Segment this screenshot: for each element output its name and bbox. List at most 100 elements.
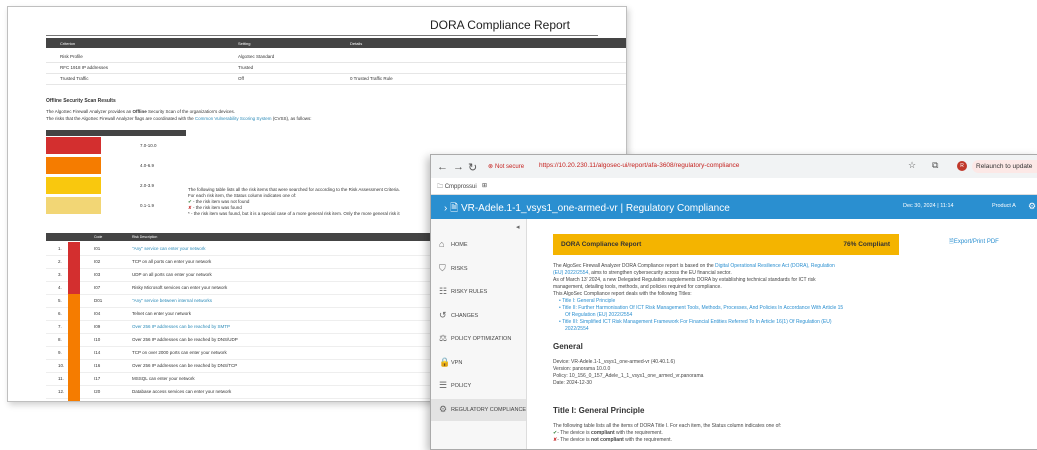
extensions-icon[interactable]: ⧉ [932,160,938,171]
report-date: Dec 30, 2024 | 11:14 [903,203,954,209]
severity-table-header [46,130,186,136]
sidebar: ◂ ⌂ HOME ⛉ RISKS ☷ RISKY RULES ↺ CHANGES ⚖ POLICY… [431,219,527,449]
risk-number: 12. [58,389,65,394]
criterion-cell: Risk Profile [60,54,83,59]
title-link[interactable]: • Title III: Simplified ICT Risk Managem… [559,319,832,325]
bookmark-star-icon[interactable]: ☆ [908,160,916,171]
sidebar-item-vpn[interactable]: 🔒 VPN [431,352,526,374]
sidebar-item-label: POLICY [451,383,472,389]
export-pdf-button[interactable]: 🗎Export/Print PDF [949,237,999,247]
home-icon: ⌂ [439,239,445,249]
intro-text: , aims to strengthen cybersecurity acros… [588,270,732,276]
setting-cell: Off [238,76,244,81]
general-version: Version: panorama 10.0.0 [553,366,611,372]
back-arrow-icon[interactable]: ← [437,161,448,173]
risk-description[interactable]: "Any" service between internal networks [132,298,212,303]
legend-found-text: - the risk item was found [193,205,242,210]
legend-special: * - the risk item was found, but it is a… [188,211,400,216]
risk-description[interactable]: Over 256 IP addresses can be reached by … [132,324,230,329]
risk-number: 9. [58,350,62,355]
user-menu[interactable]: Product A [992,203,1016,209]
settings-gear-icon[interactable]: ⚙ [1028,201,1036,212]
regulation-link[interactable]: (EU) 2022/2554 [553,270,588,276]
title-link-continued[interactable]: 2022/2554 [565,326,589,332]
criteria-row: Trusted Traffic Off 0 Trusted Traffic Ru… [46,73,626,85]
title-link[interactable]: • Title I: General Principle [559,298,615,304]
browser-toolbar: ← → ↻ ⊗ Not secure https://10.20.230.11/… [431,155,1037,178]
severity-range: 7.0-10.0 [140,143,157,148]
sidebar-item-risky-rules[interactable]: ☷ RISKY RULES [431,281,526,303]
risk-number: 7. [58,324,62,329]
risk-description: UDP on all ports can enter your network [132,272,212,277]
compliance-icon: ⚙ [439,403,448,414]
list-icon: ☰ [439,380,448,390]
title-link-continued[interactable]: Of Regulation (EU) 2022/2554 [565,312,632,318]
intro-line: As of March 13' 2024, a new Delegated Re… [553,277,816,283]
page-title: › 🗎 VR-Adele.1-1_vsys1_one-armed-vr | Re… [444,201,730,218]
apps-grid-icon[interactable]: ⊞ [482,182,487,189]
rules-icon: ☷ [439,286,448,296]
main-content: DORA Compliance Report 76% Compliant 🗎Ex… [527,219,1037,449]
risk-code: I01 [94,246,101,251]
risk-number: 10. [58,363,65,368]
severity-bar [68,346,80,359]
optimization-icon: ⚖ [439,333,448,343]
criteria-table-header: Criterion Setting Details [46,38,626,48]
sidebar-item-policy[interactable]: ☰ POLICY [431,375,526,397]
forward-arrow-icon[interactable]: → [453,161,464,173]
legend-not-found-text: - the risk item was not found [193,199,250,204]
report-title: DORA Compliance Report [429,18,570,32]
legend-text: For each risk item, the Status column in… [188,193,297,198]
title-link-text: Title III: Simplified ICT Risk Managemen… [562,319,832,325]
risk-description: Over 256 IP addresses can be reached by … [132,337,238,342]
title-link[interactable]: • Title II: Further Harmonisation Of ICT… [559,305,843,311]
general-policy: Policy: 10_156_0_157_Adele_1_1_vsys1_one… [553,373,704,379]
intro-text: The AlgoSec Firewall Analyzer DORA Compl… [553,263,716,269]
intro-line: The AlgoSec Firewall Analyzer DORA Compl… [553,263,835,269]
title1-heading: Title I: General Principle [553,406,645,415]
bookmark-item[interactable]: 🗀 Cmpprossui [437,182,477,192]
status-not-compliant: ✘- The device is not compliant with the … [553,437,672,443]
reload-icon[interactable]: ↻ [468,161,477,174]
risk-description[interactable]: "Any" service can enter your network [132,246,205,251]
compliance-score: 76% Compliant [843,241,890,248]
chevron-right-icon[interactable]: › [444,203,447,214]
lock-icon: 🔒 [439,356,451,367]
document-icon: 🗎 [450,203,459,214]
sidebar-item-regulatory-compliance[interactable]: ⚙ REGULATORY COMPLIANCE [431,398,526,421]
sidebar-item-label: CHANGES [451,312,479,319]
folder-icon: 🗀 [437,184,444,190]
severity-bar [68,359,80,372]
risk-description: Over 256 IP addresses can be reached by … [132,363,238,368]
header-setting: Setting [238,41,251,46]
risk-code: I04 [94,311,101,316]
not-secure-badge[interactable]: ⊗ Not secure [488,160,524,173]
relaunch-label: Relaunch to update [976,163,1033,170]
criterion-cell: Trusted Traffic [60,76,89,81]
address-bar[interactable]: https://10.20.230.11/algosec-ui/report/a… [539,162,739,169]
risk-description: Risky Microsoft services can enter your … [132,285,228,290]
sidebar-item-label: POLICY OPTIMIZATION [451,336,512,342]
criterion-cell: RFC 1918 IP addresses [60,65,108,70]
status-text: with the requirement. [623,437,672,443]
sidebar-item-home[interactable]: ⌂ HOME [431,234,526,256]
risk-number: 4. [58,285,62,290]
severity-bar [68,333,80,346]
sidebar-item-risks[interactable]: ⛉ RISKS [431,258,526,280]
sidebar-item-policy-optimization[interactable]: ⚖ POLICY OPTIMIZATION [431,328,526,350]
browser-window: ← → ↻ ⊗ Not secure https://10.20.230.11/… [430,154,1037,450]
risk-code: I07 [94,285,101,290]
export-label: Export/Print PDF [953,239,999,245]
sidebar-item-changes[interactable]: ↺ CHANGES [431,305,526,327]
relaunch-button[interactable]: Relaunch to update ⋮ [972,160,1037,173]
title1-text: The following table lists all the items … [553,423,782,429]
risk-code: I09 [94,324,101,329]
collapse-sidebar-icon[interactable]: ◂ [516,223,520,231]
cvss-link[interactable]: Common Vulnerability Scoring System [195,116,272,121]
offline-scan-text: The AlgoSec Firewall Analyzer provides a… [46,109,235,114]
profile-avatar[interactable]: R [957,161,967,171]
risk-number: 2. [58,259,62,264]
risk-number: 11. [58,376,64,381]
intro-line: This AlgoSec Compliance report deals wit… [553,291,692,297]
dora-link[interactable]: Digital Operational Resilience Act (DORA… [715,263,835,269]
